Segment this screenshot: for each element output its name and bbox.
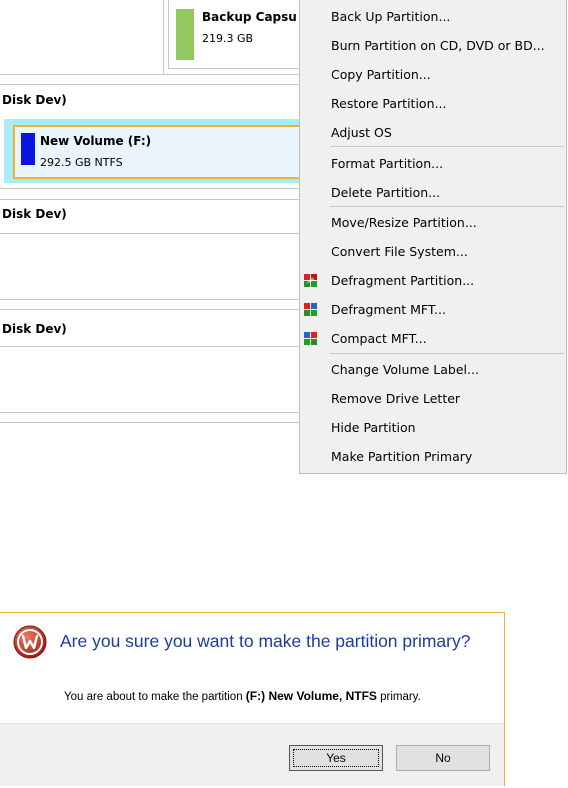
partition-backup-capsule[interactable]: Backup Capsu 219.3 GB [168, 0, 310, 69]
confirm-dialog: Are you sure you want to make the partit… [0, 612, 505, 786]
menu-separator [330, 206, 564, 207]
dialog-footer: Yes No [0, 723, 504, 786]
divider [0, 233, 300, 234]
partition-name: Backup Capsu [202, 10, 297, 24]
menu-item-label: Move/Resize Partition... [331, 215, 477, 230]
disk-label: Disk Dev) [2, 322, 67, 336]
yes-button[interactable]: Yes [289, 745, 383, 771]
divider [0, 412, 300, 413]
menu-item-make-partition-primary[interactable]: Make Partition Primary [300, 442, 566, 471]
menu-item-compact-mft[interactable]: Compact MFT... [300, 324, 566, 353]
focus-rect [293, 749, 379, 767]
partition-size: 292.5 GB NTFS [40, 156, 123, 169]
menu-item-label: Defragment Partition... [331, 273, 475, 288]
menu-item-label: Copy Partition... [331, 67, 431, 82]
menu-item-move-resize-partition[interactable]: Move/Resize Partition... [300, 208, 566, 237]
partition-selection-frame: New Volume (F:) 292.5 GB NTFS [13, 125, 305, 179]
menu-separator [330, 353, 564, 354]
menu-item-label: Format Partition... [331, 156, 444, 171]
menu-item-label: Compact MFT... [331, 331, 427, 346]
defragment-icon [304, 274, 317, 287]
menu-item-label: Delete Partition... [331, 185, 441, 200]
dialog-message-partition: (F:) New Volume, NTFS [245, 689, 377, 703]
divider [0, 309, 300, 310]
menu-item-label: Hide Partition [331, 420, 416, 435]
menu-item-label: Remove Drive Letter [331, 391, 461, 406]
menu-item-defragment-mft[interactable]: Defragment MFT... [300, 295, 566, 324]
disk-label: Disk Dev) [2, 93, 67, 107]
menu-item-defragment-partition[interactable]: Defragment Partition... [300, 266, 566, 295]
divider [0, 74, 300, 75]
dialog-message-prefix: You are about to make the partition [64, 691, 246, 703]
menu-item-back-up-partition[interactable]: Back Up Partition... [300, 2, 566, 31]
menu-item-change-volume-label[interactable]: Change Volume Label... [300, 355, 566, 384]
menu-separator [330, 146, 564, 147]
divider [0, 199, 300, 200]
menu-item-delete-partition[interactable]: Delete Partition... [300, 178, 566, 207]
divider [0, 84, 300, 85]
menu-item-label: Back Up Partition... [331, 9, 451, 24]
menu-item-label: Make Partition Primary [331, 449, 473, 464]
divider [163, 0, 164, 74]
disk-label: Disk Dev) [2, 207, 67, 221]
partition-context-menu: Back Up Partition... Burn Partition on C… [299, 0, 567, 474]
menu-item-copy-partition[interactable]: Copy Partition... [300, 60, 566, 89]
dialog-message-suffix: primary. [376, 691, 421, 703]
menu-item-format-partition[interactable]: Format Partition... [300, 149, 566, 178]
menu-item-label: Burn Partition on CD, DVD or BD... [331, 38, 545, 53]
dialog-title: Are you sure you want to make the partit… [60, 631, 471, 651]
menu-item-label: Change Volume Label... [331, 362, 479, 377]
no-button-label: No [435, 751, 451, 765]
menu-item-label: Defragment MFT... [331, 302, 446, 317]
partition-name: New Volume (F:) [40, 134, 152, 148]
menu-item-remove-drive-letter[interactable]: Remove Drive Letter [300, 384, 566, 413]
partition-new-volume-f[interactable]: New Volume (F:) 292.5 GB NTFS [4, 119, 305, 183]
disk-map-panel: Backup Capsu 219.3 GB Disk Dev) New Volu… [0, 0, 310, 430]
menu-item-restore-partition[interactable]: Restore Partition... [300, 89, 566, 118]
defragment-mft-icon [304, 303, 317, 316]
divider [0, 346, 300, 347]
divider [0, 299, 300, 300]
menu-item-hide-partition[interactable]: Hide Partition [300, 413, 566, 442]
partition-color-bar [21, 133, 35, 165]
no-button[interactable]: No [396, 745, 490, 771]
menu-item-label: Convert File System... [331, 244, 468, 259]
menu-item-adjust-os[interactable]: Adjust OS [300, 118, 566, 147]
menu-item-label: Restore Partition... [331, 96, 447, 111]
compact-mft-icon [304, 332, 317, 345]
menu-item-label: Adjust OS [331, 125, 392, 140]
question-icon [13, 625, 47, 659]
menu-item-convert-file-system[interactable]: Convert File System... [300, 237, 566, 266]
menu-item-burn-partition[interactable]: Burn Partition on CD, DVD or BD... [300, 31, 566, 60]
divider [0, 422, 300, 423]
dialog-message: You are about to make the partition (F:)… [64, 689, 421, 703]
divider [0, 188, 300, 189]
partition-size: 219.3 GB [202, 32, 254, 45]
partition-color-bar [176, 9, 194, 60]
